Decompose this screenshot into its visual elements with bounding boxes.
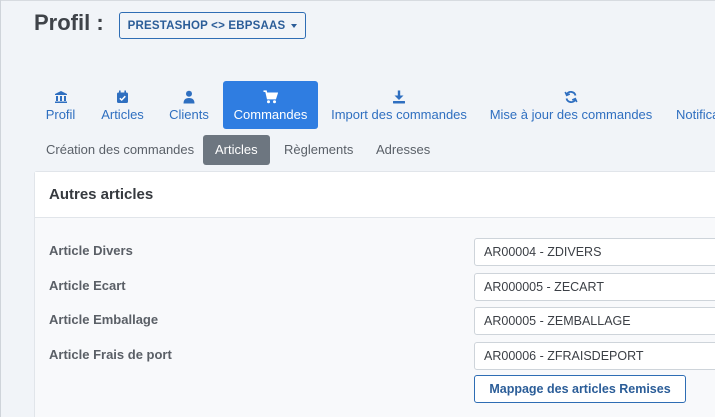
tab-label: Commandes <box>233 107 308 122</box>
caret-down-icon <box>291 23 298 28</box>
download-icon <box>392 89 406 104</box>
subtab-adresses[interactable]: Adresses <box>376 135 430 165</box>
tab-label: Clients <box>169 107 209 122</box>
tab-label: Mise à jour des commandes <box>489 107 653 122</box>
subtab-creation-des-commandes[interactable]: Création des commandes <box>46 135 194 165</box>
tab-commandes[interactable]: Commandes <box>223 81 318 129</box>
user-icon <box>183 89 195 104</box>
top-border <box>0 0 715 1</box>
tab-import-des-commandes[interactable]: Import des commandes <box>330 81 468 129</box>
tab-label: Profil <box>45 107 76 122</box>
tab-label: Notifica <box>676 107 715 122</box>
bank-icon <box>54 89 68 104</box>
tab-profil[interactable]: Profil <box>41 81 80 129</box>
label-article-frais-de-port: Article Frais de port <box>49 347 172 362</box>
label-article-ecart: Article Ecart <box>49 278 126 293</box>
tab-notifications[interactable]: Notifica <box>676 81 715 129</box>
subtab-articles[interactable]: Articles <box>203 135 270 165</box>
sub-tabs: Création des commandes Articles Règlemen… <box>0 135 715 165</box>
left-border <box>0 0 1 417</box>
tab-label: Import des commandes <box>331 107 467 122</box>
page-title: Profil : <box>34 10 104 35</box>
article-frais-de-port-field[interactable]: AR00006 - ZFRAISDEPORT <box>474 342 715 370</box>
article-ecart-field[interactable]: AR000005 - ZECART <box>474 273 715 301</box>
tab-label: Articles <box>101 107 144 122</box>
shopping-cart-icon <box>263 89 278 104</box>
tab-articles[interactable]: Articles <box>98 81 147 129</box>
subtab-reglements[interactable]: Règlements <box>284 135 353 165</box>
refresh-icon <box>564 89 578 104</box>
tab-mise-a-jour-des-commandes[interactable]: Mise à jour des commandes <box>490 81 652 129</box>
mapping-articles-remises-button[interactable]: Mappage des articles Remises <box>474 375 686 403</box>
calendar-check-icon <box>116 89 129 104</box>
label-article-divers: Article Divers <box>49 243 133 258</box>
card-title: Autres articles <box>49 186 154 203</box>
profile-select-value: PRESTASHOP <> EBPSAAS <box>127 19 286 32</box>
label-article-emballage: Article Emballage <box>49 312 159 327</box>
tab-clients[interactable]: Clients <box>166 81 212 129</box>
profile-select[interactable]: PRESTASHOP <> EBPSAAS <box>119 12 306 39</box>
article-emballage-field[interactable]: AR00005 - ZEMBALLAGE <box>474 307 715 335</box>
article-divers-field[interactable]: AR00004 - ZDIVERS <box>474 238 715 266</box>
card-header: Autres articles <box>35 172 715 218</box>
main-tabs: Profil Articles Clients Commandes Import… <box>0 81 715 129</box>
